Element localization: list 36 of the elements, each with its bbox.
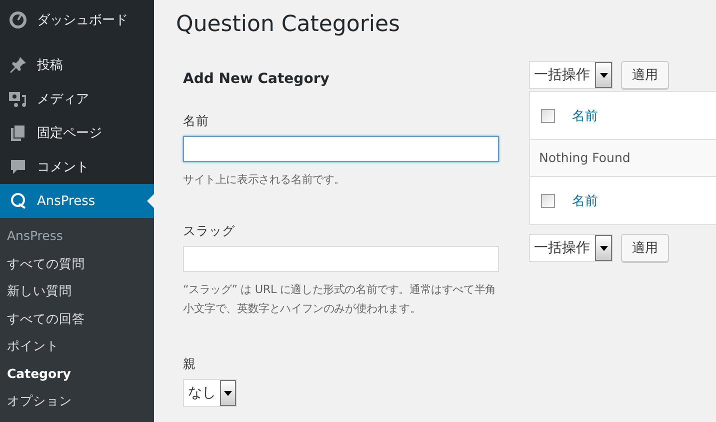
dashboard-icon <box>8 10 28 30</box>
submenu-item[interactable]: 新しい質問 <box>0 277 154 304</box>
menu-item[interactable]: 固定ページ <box>0 116 154 150</box>
checkbox[interactable] <box>541 108 555 122</box>
field-description: “スラッグ” は URL に適した形式の名前です。通常はすべて半角小文字で、英数字とハイフンのみが使われます。 <box>183 282 497 317</box>
parent-select[interactable]: なし <box>183 379 237 407</box>
form-heading: Add New Category <box>183 71 330 87</box>
field-description: サイト上に表示される名前です。 <box>183 172 346 188</box>
question-icon <box>8 191 28 211</box>
menu-item[interactable]: コメント <box>0 150 154 184</box>
column-header-link[interactable]: 名前 <box>572 106 598 124</box>
submenu-item[interactable]: Category <box>0 360 154 387</box>
apply-button[interactable]: 適用 <box>621 234 669 262</box>
submenu-heading[interactable]: AnsPress <box>0 222 154 250</box>
page-title: Question Categories <box>176 12 401 39</box>
pin-icon <box>8 55 28 75</box>
field-label: 親 <box>183 356 197 373</box>
submenu-item[interactable]: すべての回答 <box>0 304 154 332</box>
submenu-item[interactable]: オプション <box>0 387 154 414</box>
apply-button[interactable]: 適用 <box>621 61 669 89</box>
submenu-item[interactable]: すべての質問 <box>0 250 154 277</box>
menu-item[interactable]: AnsPress <box>0 184 154 218</box>
menu-item[interactable]: ダッシュボード <box>0 0 154 40</box>
column-header-link[interactable]: 名前 <box>572 192 598 210</box>
submenu-item[interactable]: ポイント <box>0 332 154 360</box>
comment-icon <box>8 157 28 177</box>
menu-item[interactable]: 投稿 <box>0 48 154 82</box>
checkbox[interactable] <box>541 194 555 208</box>
bulk-action-select[interactable]: 一括操作 <box>529 61 613 89</box>
menu-item[interactable]: メディア <box>0 82 154 116</box>
media-icon <box>8 89 28 109</box>
bulk-action-select[interactable]: 一括操作 <box>529 234 613 262</box>
empty-message: Nothing Found <box>530 139 716 177</box>
field-label: 名前 <box>183 113 210 130</box>
field-label: スラッグ <box>183 223 236 240</box>
text-field[interactable] <box>183 136 499 162</box>
